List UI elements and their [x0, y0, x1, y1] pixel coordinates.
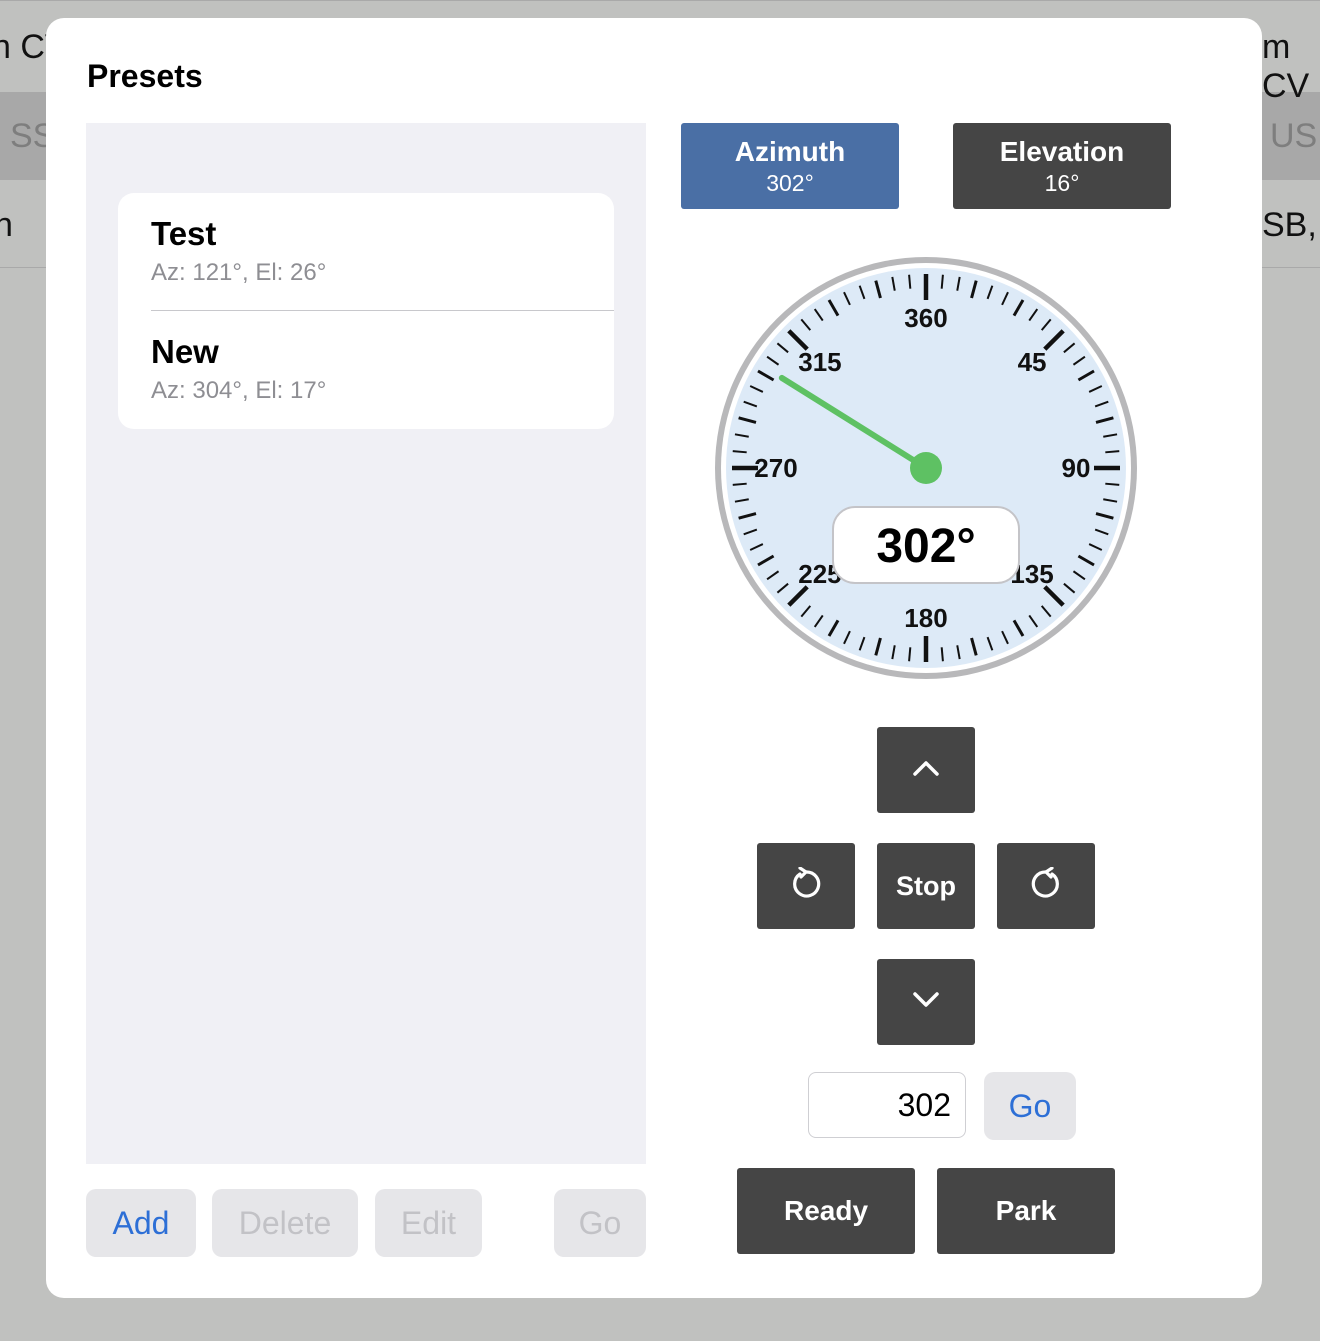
rotate-cw-button[interactable] [997, 843, 1095, 929]
gauge-tick [1105, 450, 1120, 454]
elevation-label: Elevation [999, 135, 1125, 167]
rotate-ccw-icon [789, 865, 823, 906]
elevation-up-button[interactable] [877, 727, 975, 813]
preset-name: New [151, 333, 219, 370]
gauge-label-180: 180 [904, 603, 947, 633]
edit-button[interactable]: Edit [375, 1189, 482, 1257]
preset-detail: Az: 121°, El: 26° [151, 259, 327, 286]
preset-detail: Az: 304°, El: 17° [151, 377, 327, 404]
delete-button[interactable]: Delete [212, 1189, 358, 1257]
gauge-label-360: 360 [904, 303, 947, 333]
gauge-label-45: 45 [1018, 347, 1047, 377]
rotate-ccw-button[interactable] [757, 843, 855, 929]
gauge-tick [908, 274, 912, 289]
bg-right-text-1: m CV [1262, 28, 1310, 105]
azimuth-compass-gauge: 3604590135180225270315 302° [715, 257, 1137, 679]
gauge-label-270: 270 [754, 453, 797, 483]
park-button[interactable]: Park [937, 1168, 1115, 1254]
add-button[interactable]: Add [86, 1189, 196, 1257]
stop-button[interactable]: Stop [877, 843, 975, 929]
gauge-label-90: 90 [1062, 453, 1091, 483]
preset-go-button[interactable]: Go [554, 1189, 646, 1257]
gauge-tick [908, 647, 912, 662]
preset-item-test[interactable]: Test Az: 121°, El: 26° [118, 193, 614, 311]
gauge-tick [940, 274, 944, 289]
azimuth-label: Azimuth [734, 135, 846, 167]
azimuth-value: 302° [766, 169, 814, 196]
chevron-down-icon [912, 991, 940, 1014]
gauge-tick [732, 482, 747, 486]
gauge-tick [940, 647, 944, 662]
preset-item-new[interactable]: New Az: 304°, El: 17° [118, 311, 614, 429]
gauge-tick [732, 450, 747, 454]
preset-list: Test Az: 121°, El: 26° New Az: 304°, El:… [118, 193, 614, 429]
bg-right-text-2: USE [1270, 117, 1320, 155]
elevation-tab[interactable]: Elevation 16° [953, 123, 1171, 209]
dialog-title: Presets [87, 58, 203, 94]
chevron-up-icon [912, 759, 940, 782]
bg-right-text-3: SB, [1262, 206, 1317, 244]
elevation-value: 16° [1044, 169, 1080, 196]
bg-left-text-3: n [0, 206, 13, 244]
rotate-cw-icon [1029, 865, 1063, 906]
gauge-tick [1105, 482, 1120, 486]
azimuth-tab[interactable]: Azimuth 302° [681, 123, 899, 209]
presets-dialog: Presets Test Az: 121°, El: 26° New Az: 3… [46, 18, 1262, 1298]
ready-button[interactable]: Ready [737, 1168, 915, 1254]
gauge-readout: 302° [876, 520, 975, 573]
gauge-hub [910, 452, 942, 484]
gauge-label-315: 315 [798, 347, 841, 377]
goto-angle-input[interactable] [808, 1072, 966, 1138]
preset-name: Test [151, 215, 217, 252]
elevation-down-button[interactable] [877, 959, 975, 1045]
goto-go-button[interactable]: Go [984, 1072, 1076, 1140]
preset-list-panel: Test Az: 121°, El: 26° New Az: 304°, El:… [86, 123, 646, 1164]
